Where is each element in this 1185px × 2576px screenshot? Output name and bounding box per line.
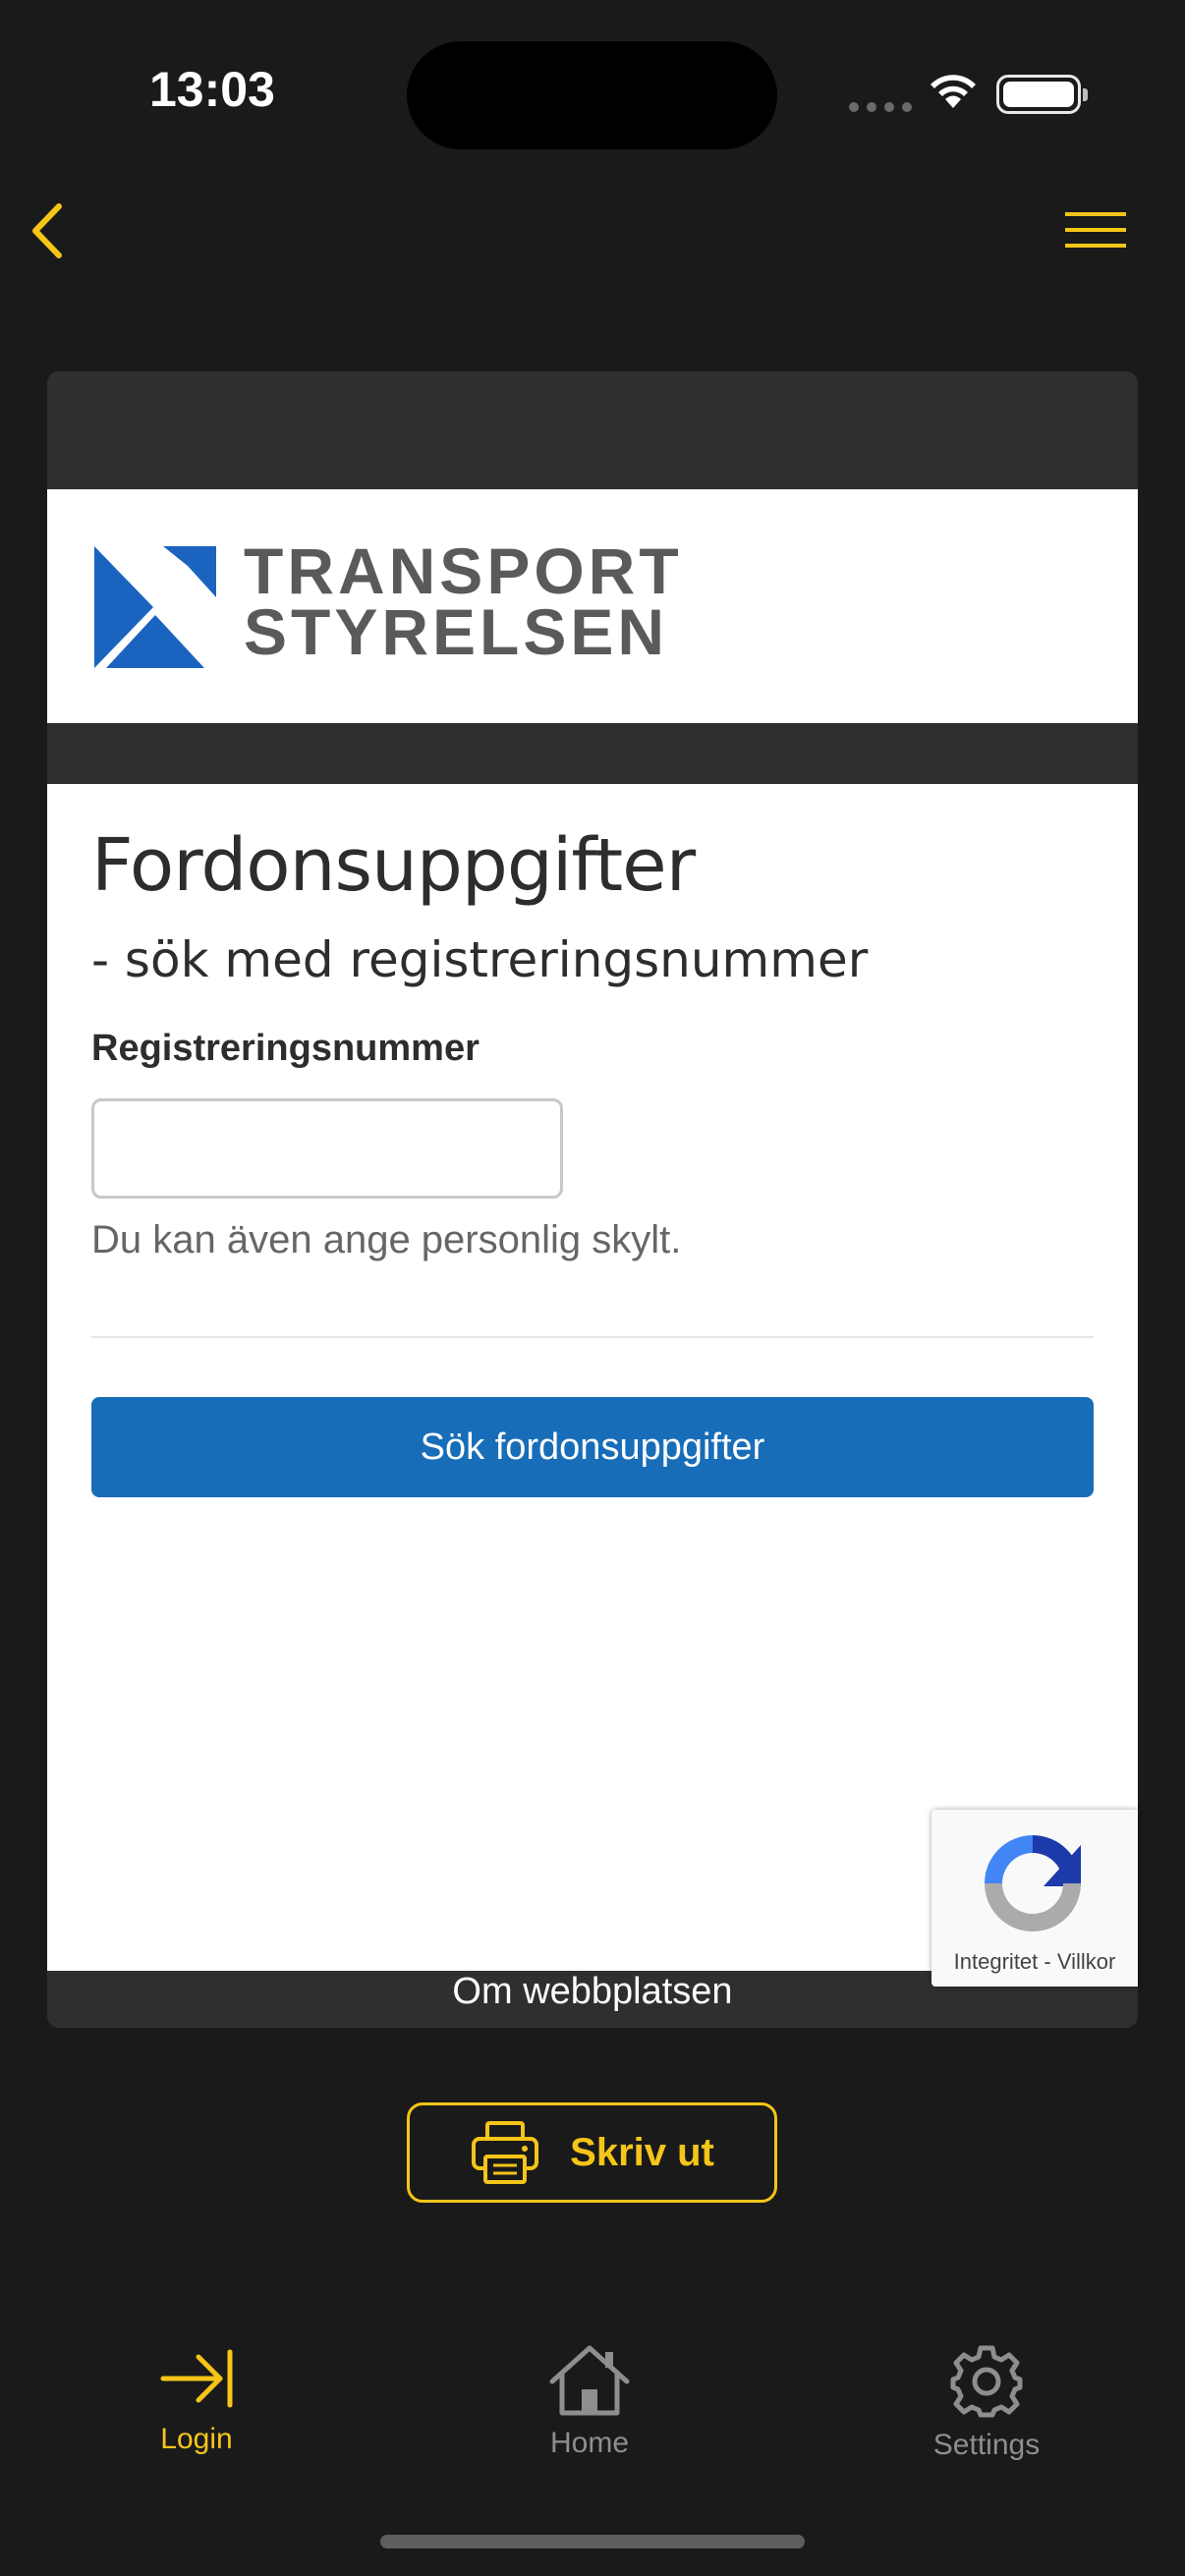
site-header: TRANSPORT STYRELSEN [47,489,1138,723]
back-button[interactable] [18,196,86,265]
tab-login-label: Login [160,2423,233,2455]
wifi-icon [931,75,976,108]
page-title: Fordonsuppgifter [91,823,696,908]
menu-button[interactable] [1061,204,1130,259]
tab-home[interactable]: Home [491,2344,688,2482]
home-icon [549,2345,630,2416]
logo-line-2: STYRELSEN [244,595,669,668]
recaptcha-badge[interactable]: Integritet - Villkor [931,1810,1138,1987]
gear-icon [950,2345,1023,2418]
recaptcha-icon [985,1835,1081,1932]
main-content: Fordonsuppgifter - sök med registrerings… [47,784,1138,1971]
cellular-signal-icon [849,102,912,112]
logo-line-1: TRANSPORT [244,534,683,607]
home-indicator[interactable] [380,2535,805,2548]
divider [91,1336,1094,1338]
printer-icon [472,2121,539,2184]
recaptcha-privacy-terms[interactable]: Integritet - Villkor [931,1949,1138,1975]
tab-settings[interactable]: Settings [888,2344,1085,2482]
tab-settings-label: Settings [932,2429,1041,2461]
web-view: TRANSPORT STYRELSEN Fordonsuppgifter - s… [47,371,1138,2028]
page-subtitle: - sök med registreringsnummer [91,931,869,988]
registration-number-input[interactable] [91,1098,563,1199]
dynamic-island [407,41,777,149]
print-button[interactable]: Skriv ut [407,2102,777,2203]
registration-number-label: Registreringsnummer [91,1028,480,1069]
transportstyrelsen-logo-icon [94,546,216,668]
search-vehicle-button[interactable]: Sök fordonsuppgifter [91,1397,1094,1497]
status-time: 13:03 [149,62,275,117]
login-arrow-icon [160,2349,233,2408]
tab-home-label: Home [549,2427,630,2459]
helper-text: Du kan även ange personlig skylt. [91,1218,682,1261]
site-logo-text[interactable]: TRANSPORT STYRELSEN [244,534,683,668]
print-label: Skriv ut [570,2130,714,2174]
battery-icon [996,75,1088,114]
tab-login[interactable]: Login [98,2344,295,2482]
